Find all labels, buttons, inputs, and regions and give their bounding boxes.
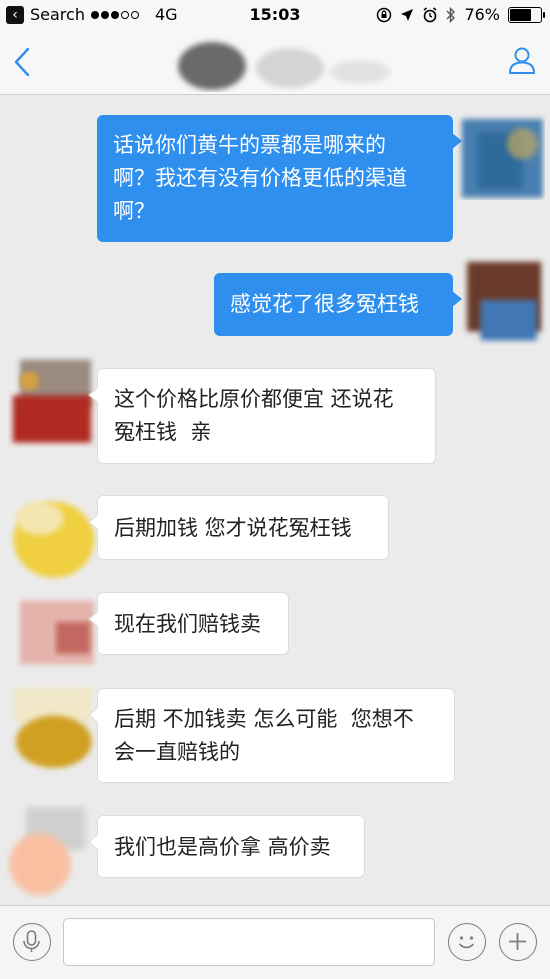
message-bubble-incoming[interactable]: 后期加钱 您才说花冤枉钱	[88, 495, 389, 560]
battery-percent: 76%	[464, 5, 500, 24]
message-input[interactable]	[63, 918, 435, 966]
status-bar: ‹ Search 4G 15:03 76%	[0, 0, 550, 30]
bluetooth-icon	[446, 6, 456, 23]
message-bubble-outgoing[interactable]: 话说你们黄牛的票都是哪来的 啊？我还有没有价格更低的渠道 啊？	[97, 115, 462, 242]
chat-thread[interactable]: 话说你们黄牛的票都是哪来的 啊？我还有没有价格更低的渠道 啊？ 感觉花了很多冤枉…	[0, 95, 550, 905]
voice-button[interactable]	[13, 923, 51, 961]
alarm-icon	[423, 6, 437, 22]
message-bubble-incoming[interactable]: 我们也是高价拿 高价卖	[88, 815, 365, 878]
message-bubble-outgoing[interactable]: 感觉花了很多冤枉钱	[214, 273, 462, 336]
microphone-icon	[23, 930, 40, 952]
my-avatar[interactable]	[458, 245, 548, 355]
message-bubble-incoming[interactable]: 这个价格比原价都便宜 还说花 冤枉钱 亲	[88, 368, 436, 464]
location-icon	[401, 8, 414, 21]
seller-avatar[interactable]	[4, 485, 99, 585]
battery-icon	[508, 6, 545, 23]
my-avatar[interactable]	[455, 110, 545, 200]
plus-icon	[509, 933, 526, 950]
smiley-icon	[458, 936, 475, 949]
add-button[interactable]	[499, 923, 537, 961]
contact-name-redacted	[178, 42, 390, 90]
battery-fill	[510, 8, 531, 21]
seller-avatar[interactable]	[4, 675, 99, 780]
message-bubble-incoming[interactable]: 现在我们赔钱卖	[88, 592, 289, 655]
message-bubble-incoming[interactable]: 后期 不加钱卖 怎么可能 您想不 会一直赔钱的	[88, 688, 455, 783]
seller-avatar[interactable]	[6, 590, 106, 675]
seller-avatar[interactable]	[2, 800, 97, 900]
person-icon[interactable]	[506, 44, 538, 76]
input-bar	[0, 905, 550, 979]
nav-bar	[0, 30, 550, 95]
emoji-button[interactable]	[448, 923, 486, 961]
rotation-lock-icon	[377, 7, 392, 22]
chevron-left-icon[interactable]	[10, 44, 40, 80]
